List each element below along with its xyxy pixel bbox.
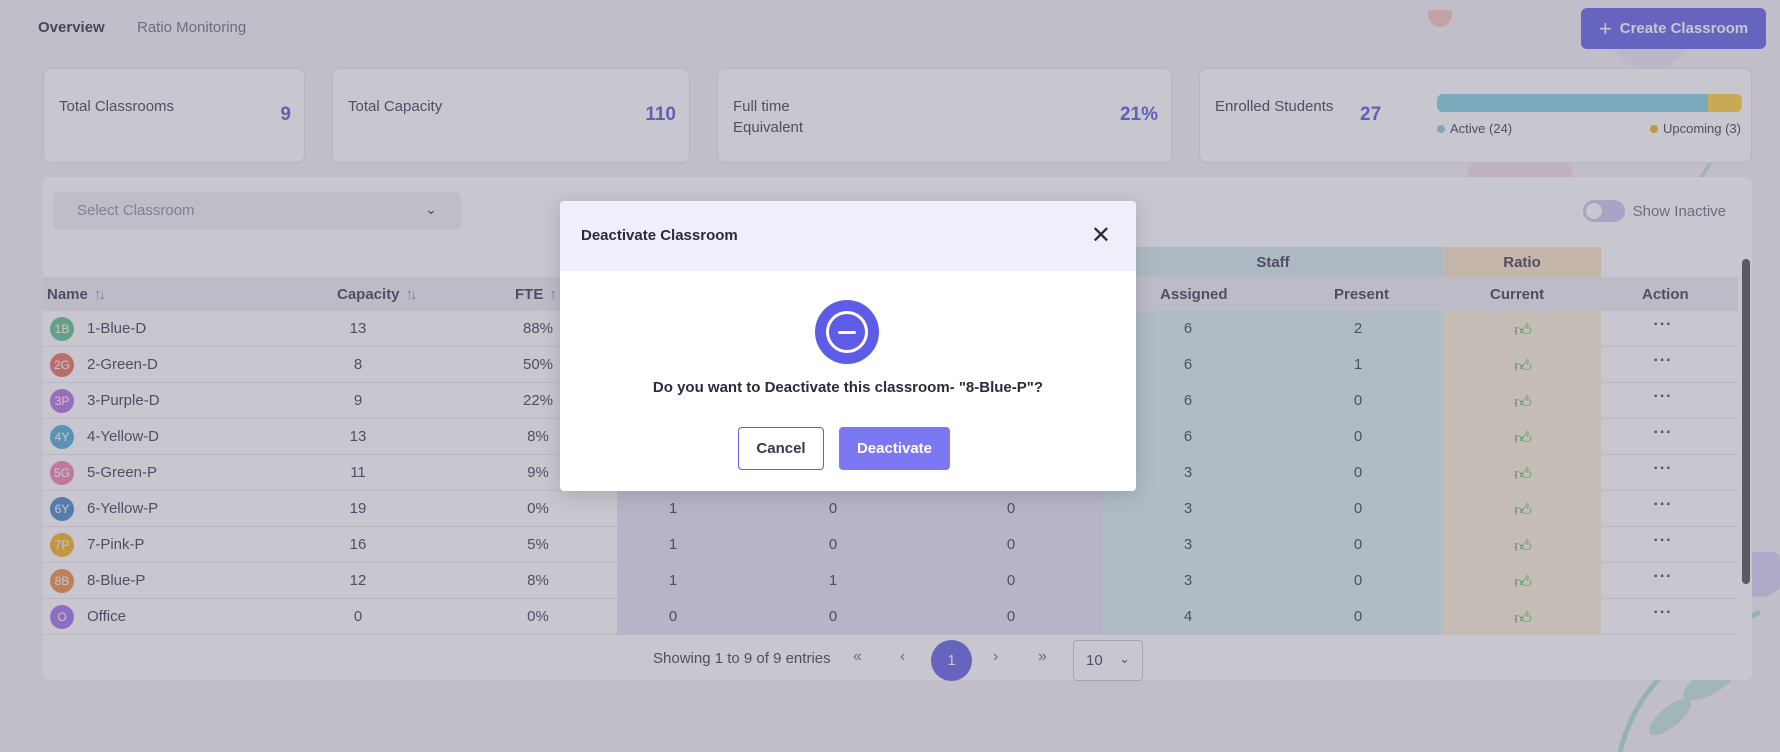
deactivate-classroom-dialog: Deactivate Classroom ✕ Do you want to De… xyxy=(560,201,1136,491)
minus-circle-icon xyxy=(815,300,879,364)
deactivate-button[interactable]: Deactivate xyxy=(839,427,950,470)
cancel-button[interactable]: Cancel xyxy=(738,427,824,470)
minus-bar xyxy=(838,330,856,334)
dialog-message: Do you want to Deactivate this classroom… xyxy=(652,379,1044,396)
dialog-title: Deactivate Classroom xyxy=(581,227,738,244)
minus-ring xyxy=(826,311,868,353)
dialog-header: Deactivate Classroom ✕ xyxy=(560,201,1136,271)
close-icon[interactable]: ✕ xyxy=(1091,221,1111,250)
